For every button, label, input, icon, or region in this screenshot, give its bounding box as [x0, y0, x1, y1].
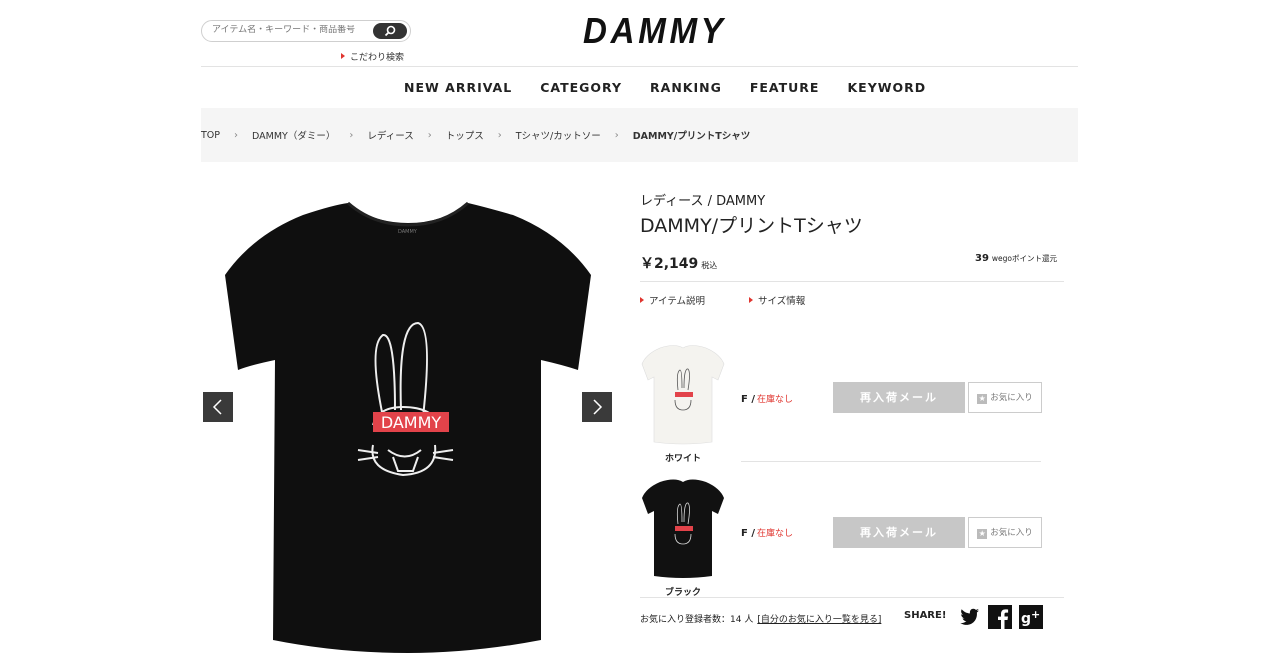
- product-category: レディース / DAMMY: [640, 194, 766, 209]
- breadcrumb-label[interactable]: トップス: [446, 128, 484, 142]
- main-nav: NEW ARRIVAL CATEGORY RANKING FEATURE KEY…: [404, 80, 954, 95]
- triangle-icon: [341, 53, 345, 59]
- triangle-icon: [749, 297, 753, 303]
- tax-label: 税込: [701, 261, 718, 270]
- price-value: ￥2,149: [640, 256, 699, 272]
- star-icon: ★: [977, 529, 988, 539]
- advanced-search-link[interactable]: こだわり検索: [341, 50, 404, 63]
- breadcrumb-label[interactable]: レディース: [367, 128, 413, 142]
- next-image-button[interactable]: [582, 392, 612, 422]
- print-logo-text: DAMMY: [381, 413, 442, 432]
- stock-status: 在庫なし: [756, 529, 793, 539]
- svg-text:+: +: [1031, 608, 1040, 621]
- favorite-button[interactable]: ★ お気に入り: [968, 517, 1042, 548]
- restock-mail-button[interactable]: 再入荷メール: [833, 517, 965, 548]
- breadcrumb-label[interactable]: Tシャツ/カットソー: [516, 128, 601, 142]
- twitter-icon[interactable]: [957, 605, 981, 629]
- breadcrumb-item[interactable]: トップス ›: [446, 128, 516, 143]
- points-label: wegoポイント還元: [991, 254, 1058, 263]
- svg-text:g: g: [1021, 611, 1031, 627]
- product-name: DAMMY/プリントTシャツ: [640, 215, 863, 237]
- favorite-label: お気に入り: [990, 393, 1033, 403]
- nav-category[interactable]: CATEGORY: [540, 80, 622, 95]
- chevron-right-icon: ›: [349, 129, 354, 141]
- chevron-right-icon: ›: [497, 129, 502, 141]
- breadcrumb-item[interactable]: TOP ›: [201, 130, 252, 141]
- breadcrumb-label[interactable]: TOP: [201, 130, 220, 141]
- nav-new-arrival[interactable]: NEW ARRIVAL: [404, 80, 512, 95]
- nav-ranking[interactable]: RANKING: [650, 80, 722, 95]
- neck-tag-label: DAMMY: [398, 229, 418, 235]
- divider: [741, 461, 1041, 462]
- variant-thumbnail-black[interactable]: [640, 474, 726, 584]
- breadcrumb-item[interactable]: DAMMY（ダミー） ›: [252, 128, 367, 143]
- breadcrumb-current: DAMMY/プリントTシャツ: [633, 128, 750, 142]
- search-box: [201, 20, 411, 42]
- points-info: 39 wegoポイント還元: [975, 253, 1057, 264]
- google-plus-icon[interactable]: g +: [1019, 605, 1043, 629]
- stock-status: 在庫なし: [756, 395, 793, 405]
- triangle-icon: [640, 297, 644, 303]
- breadcrumb: TOP › DAMMY（ダミー） › レディース › トップス › Tシャツ/カットソー…: [201, 108, 1078, 162]
- variant-color-label: ホワイト: [664, 454, 701, 464]
- facebook-icon[interactable]: [988, 605, 1012, 629]
- item-description-label: アイテム説明: [649, 296, 706, 307]
- variant-thumbnail-white[interactable]: [640, 340, 726, 450]
- chevron-left-icon: [212, 399, 222, 415]
- favorite-count: お気に入り登録者数：14 人 [自分のお気に入り一覧を見る]: [640, 612, 881, 625]
- star-icon: ★: [977, 394, 988, 404]
- favorite-count-text: お気に入り登録者数：14 人: [640, 615, 754, 625]
- advanced-search-label: こだわり検索: [350, 53, 405, 63]
- divider: [640, 597, 1064, 598]
- favorite-button[interactable]: ★ お気に入り: [968, 382, 1042, 413]
- product-price: ￥2,149 税込: [640, 253, 717, 273]
- size-value: F: [741, 528, 748, 539]
- chevron-right-icon: ›: [614, 129, 619, 141]
- size-info-label: サイズ情報: [758, 296, 806, 307]
- nav-keyword[interactable]: KEYWORD: [847, 80, 926, 95]
- search-icon: [384, 25, 396, 37]
- site-logo[interactable]: DAMMY: [583, 10, 723, 54]
- variant-size: F / 在庫なし: [741, 394, 793, 405]
- product-main-image: DAMMY DAMMY: [225, 201, 591, 653]
- points-value: 39: [975, 253, 989, 264]
- divider: [640, 281, 1064, 282]
- breadcrumb-label[interactable]: DAMMY（ダミー）: [252, 128, 335, 142]
- nav-feature[interactable]: FEATURE: [750, 80, 820, 95]
- restock-mail-button[interactable]: 再入荷メール: [833, 382, 965, 413]
- chevron-right-icon: ›: [234, 129, 239, 141]
- breadcrumb-label: DAMMY/プリントTシャツ: [632, 131, 751, 142]
- favorite-list-link[interactable]: [自分のお気に入り一覧を見る]: [757, 615, 881, 625]
- divider: [201, 66, 1078, 67]
- breadcrumb-item[interactable]: Tシャツ/カットソー ›: [516, 128, 633, 143]
- share-label: SHARE!: [904, 610, 947, 621]
- chevron-right-icon: [593, 399, 603, 415]
- size-value: F: [741, 394, 748, 405]
- size-info-link[interactable]: サイズ情報: [749, 293, 805, 307]
- prev-image-button[interactable]: [203, 392, 233, 422]
- search-input[interactable]: [212, 25, 372, 35]
- variant-size: F / 在庫なし: [741, 528, 793, 539]
- breadcrumb-item[interactable]: レディース ›: [367, 128, 445, 143]
- search-button[interactable]: [373, 23, 407, 39]
- item-description-link[interactable]: アイテム説明: [640, 293, 705, 307]
- favorite-label: お気に入り: [990, 528, 1033, 538]
- chevron-right-icon: ›: [427, 129, 432, 141]
